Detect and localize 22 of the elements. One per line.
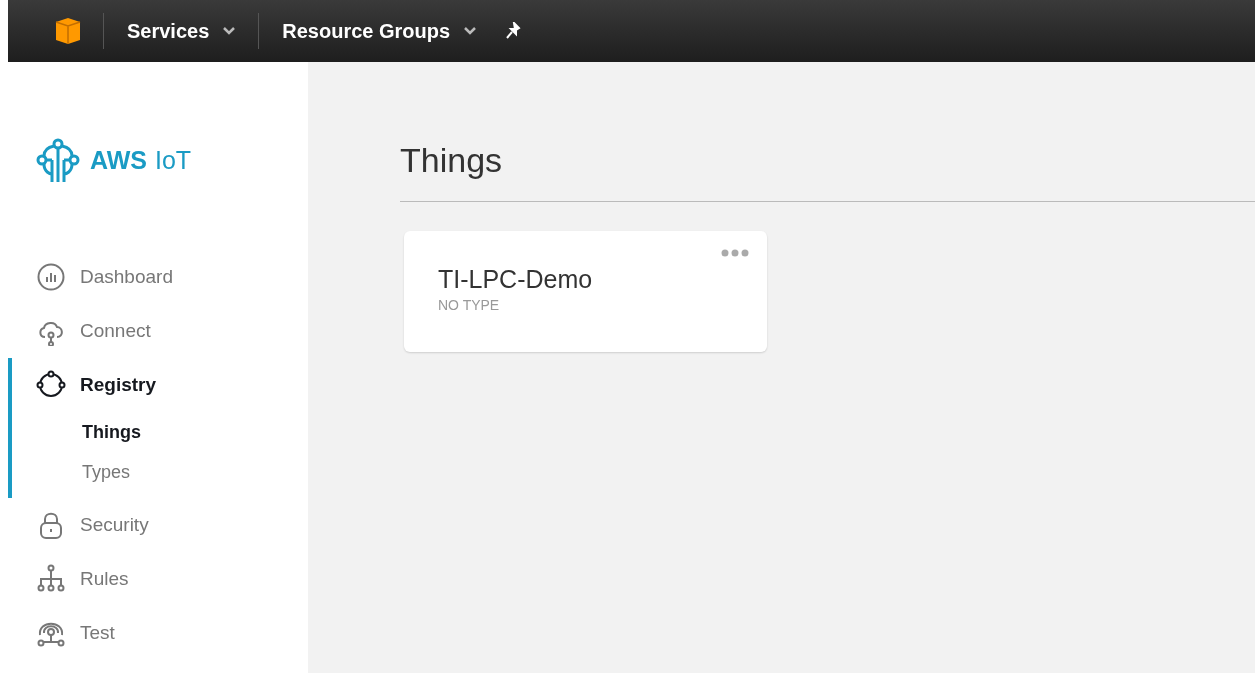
app-title: AWS IoT xyxy=(90,145,192,177)
cube-logo-icon[interactable] xyxy=(55,17,81,45)
caret-icon xyxy=(464,27,477,35)
nav-item[interactable]: Connect xyxy=(0,304,308,358)
thing-name: TI-LPC-Demo xyxy=(438,265,594,293)
nav-item[interactable]: Registry xyxy=(0,358,308,412)
nav-item[interactable]: Security xyxy=(0,498,308,552)
page-title: Things xyxy=(400,140,504,181)
nav-item[interactable]: Test xyxy=(0,606,308,660)
caret-icon xyxy=(223,27,236,35)
nav-item[interactable]: Rules xyxy=(0,552,308,606)
nav-subitem[interactable]: Things xyxy=(0,412,308,452)
menu-button[interactable]: Resource Groups xyxy=(259,0,500,62)
thing-type: NO TYPE xyxy=(438,296,501,315)
menu-button[interactable]: Services xyxy=(104,0,259,62)
brain-circuit-logo-icon xyxy=(36,138,80,184)
nav-item[interactable]: Dashboard xyxy=(0,250,308,304)
hierarchy-icon xyxy=(36,564,66,594)
nav-subitem[interactable]: Types xyxy=(0,452,308,492)
bar-chart-circle-icon xyxy=(36,262,66,292)
circle-nodes-icon xyxy=(36,370,66,400)
thing-card[interactable]: TI-LPC-Demo NO TYPE xyxy=(404,231,767,352)
